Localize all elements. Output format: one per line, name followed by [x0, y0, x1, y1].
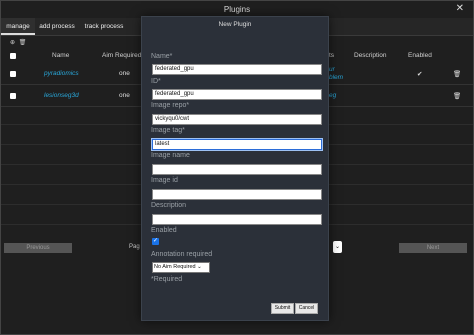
image-id-input[interactable]: [152, 189, 322, 200]
description-input[interactable]: [152, 214, 322, 225]
id-input[interactable]: federated_gpu: [152, 89, 322, 100]
cancel-button[interactable]: Cancel: [295, 303, 318, 314]
submit-button[interactable]: Submit: [271, 303, 294, 314]
previous-button[interactable]: Previous: [4, 243, 72, 253]
select-all-checkbox[interactable]: [10, 53, 16, 59]
aim-required-value: one: [119, 70, 130, 77]
annotation-required-value: No Aim Required: [154, 264, 196, 270]
image-tag-label: Image tag*: [151, 127, 185, 134]
image-repo-input[interactable]: vickyqu0/cwt: [152, 114, 322, 125]
new-plugin-modal: New Plugin Name* federated_gpu ID* feder…: [141, 16, 329, 321]
name-label: Name*: [151, 53, 173, 60]
image-tag-input[interactable]: latest: [151, 138, 323, 151]
project-link[interactable]: blem: [329, 74, 343, 81]
header-projects[interactable]: ts: [329, 52, 334, 59]
header-name[interactable]: Name: [52, 52, 69, 59]
required-note: *Required: [151, 276, 183, 283]
plugin-name-link[interactable]: pyradiomics: [44, 70, 79, 77]
enabled-label: Enabled: [151, 227, 177, 234]
name-input[interactable]: federated_gpu: [152, 64, 322, 75]
image-name-label: Image name: [151, 152, 190, 159]
tab-track-process[interactable]: track process: [81, 18, 127, 35]
enabled-checkbox[interactable]: ✓: [152, 238, 159, 245]
close-icon[interactable]: ✕: [456, 3, 464, 15]
project-link[interactable]: ur: [329, 66, 335, 73]
row-checkbox[interactable]: [10, 93, 16, 99]
rows-per-page-select[interactable]: ⌄: [333, 241, 342, 253]
tab-add-process[interactable]: add process: [35, 18, 79, 35]
annotation-required-select[interactable]: No Aim Required ⌄: [152, 262, 210, 273]
header-aim-required[interactable]: Aim Required: [102, 52, 141, 59]
trash-icon[interactable]: 🗑: [453, 70, 461, 78]
tab-manage[interactable]: manage: [1, 18, 35, 35]
trash-icon[interactable]: 🗑: [453, 92, 461, 100]
id-label: ID*: [151, 78, 161, 85]
modal-title: New Plugin: [218, 21, 252, 28]
image-name-input[interactable]: [152, 164, 322, 175]
next-button[interactable]: Next: [399, 243, 467, 253]
row-checkbox[interactable]: [10, 71, 16, 77]
header-enabled[interactable]: Enabled: [408, 52, 432, 59]
plus-circle-icon[interactable]: ⊕: [10, 40, 15, 46]
description-label: Description: [151, 202, 187, 209]
header-description[interactable]: Description: [354, 52, 387, 59]
aim-required-value: one: [119, 92, 130, 99]
image-id-label: Image id: [151, 177, 178, 184]
project-link[interactable]: eg: [329, 92, 336, 99]
page-label: Pag: [129, 244, 140, 250]
toolbar: ⊕ 🗑: [10, 39, 26, 46]
checkmark-icon: ✔: [417, 71, 423, 78]
trash-icon[interactable]: 🗑: [19, 40, 27, 46]
annotation-required-label: Annotation required: [151, 251, 213, 258]
plugin-name-link[interactable]: lesionseg3d: [44, 92, 79, 99]
image-repo-label: Image repo*: [151, 102, 190, 109]
